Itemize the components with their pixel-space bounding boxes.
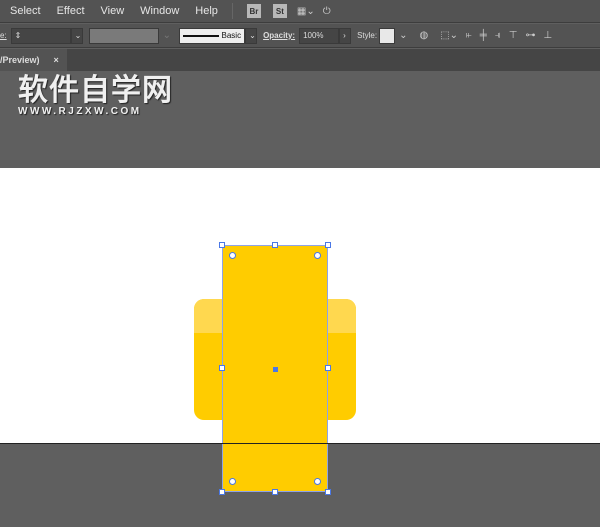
resize-handle-tr[interactable]	[325, 242, 331, 248]
close-icon[interactable]: ×	[54, 55, 59, 65]
corner-widget[interactable]	[314, 252, 321, 259]
menu-bar: Select Effect View Window Help Br St ▦⌄ …	[0, 0, 600, 23]
corner-widget[interactable]	[229, 478, 236, 485]
recolor-artwork-icon[interactable]: ◍	[419, 30, 428, 41]
menu-select[interactable]: Select	[4, 5, 47, 17]
control-bar: e: ⇕ ⌄ ⌄ Basic ⌄ Opacity: 100% › Style: …	[0, 24, 600, 48]
resize-handle-b[interactable]	[272, 489, 278, 495]
workspace-layout-icon[interactable]: ▦⌄	[297, 6, 315, 17]
document-tab[interactable]: /Preview) ×	[0, 49, 67, 71]
resize-handle-r[interactable]	[325, 365, 331, 371]
align-left-icon[interactable]: ⫦	[466, 30, 472, 41]
opacity-input[interactable]: 100%	[299, 27, 340, 44]
style-dropdown-icon[interactable]: ⌄	[399, 30, 407, 41]
graphic-style-swatch[interactable]	[379, 27, 396, 44]
watermark: 软件自学网 WWW.RJZXW.COM	[18, 74, 173, 118]
variable-width-profile[interactable]	[88, 27, 159, 44]
tab-title: /Preview)	[0, 55, 40, 65]
stock-button[interactable]: St	[272, 4, 287, 18]
resize-handle-tl[interactable]	[219, 242, 225, 248]
watermark-cn: 软件自学网	[18, 74, 173, 107]
menu-window[interactable]: Window	[134, 5, 185, 17]
document-tab-bar: /Preview) ×	[0, 49, 600, 71]
align-right-icon[interactable]: ⫣	[495, 30, 501, 41]
corner-widget[interactable]	[314, 478, 321, 485]
brush-label: Basic	[221, 31, 242, 40]
resize-handle-br[interactable]	[325, 489, 331, 495]
resize-handle-t[interactable]	[272, 242, 278, 248]
align-horizontal-center-icon[interactable]: ╪	[480, 30, 487, 41]
divider	[231, 3, 233, 19]
style-label: Style:	[357, 31, 378, 40]
artboard-edge-line	[222, 443, 328, 444]
opacity-arrow[interactable]: ›	[339, 27, 352, 44]
profile-dropdown-icon[interactable]: ⌄	[163, 30, 171, 41]
bridge-button[interactable]: Br	[246, 4, 261, 18]
stroke-weight-label: e:	[0, 31, 7, 40]
watermark-en: WWW.RJZXW.COM	[18, 106, 142, 117]
menu-help[interactable]: Help	[189, 5, 224, 17]
transform-icon[interactable]: ⬚⌄	[440, 30, 458, 41]
brush-dropdown[interactable]: ⌄	[245, 27, 258, 44]
align-bottom-icon[interactable]: ⊥	[544, 30, 553, 41]
menu-view[interactable]: View	[95, 5, 131, 17]
center-point	[273, 367, 278, 372]
align-vertical-center-icon[interactable]: ⊶	[526, 30, 536, 41]
opacity-label: Opacity:	[263, 31, 296, 40]
stroke-weight-stepper[interactable]: ⇕	[10, 27, 71, 44]
align-top-icon[interactable]: ⊤	[509, 30, 518, 41]
menu-effect[interactable]: Effect	[51, 5, 91, 17]
stroke-weight-dropdown[interactable]: ⌄	[70, 27, 83, 44]
gpu-performance-icon[interactable]: ⏻	[323, 6, 331, 17]
resize-handle-l[interactable]	[219, 365, 225, 371]
resize-handle-bl[interactable]	[219, 489, 225, 495]
brush-definition[interactable]: Basic	[179, 27, 246, 44]
corner-widget[interactable]	[229, 252, 236, 259]
